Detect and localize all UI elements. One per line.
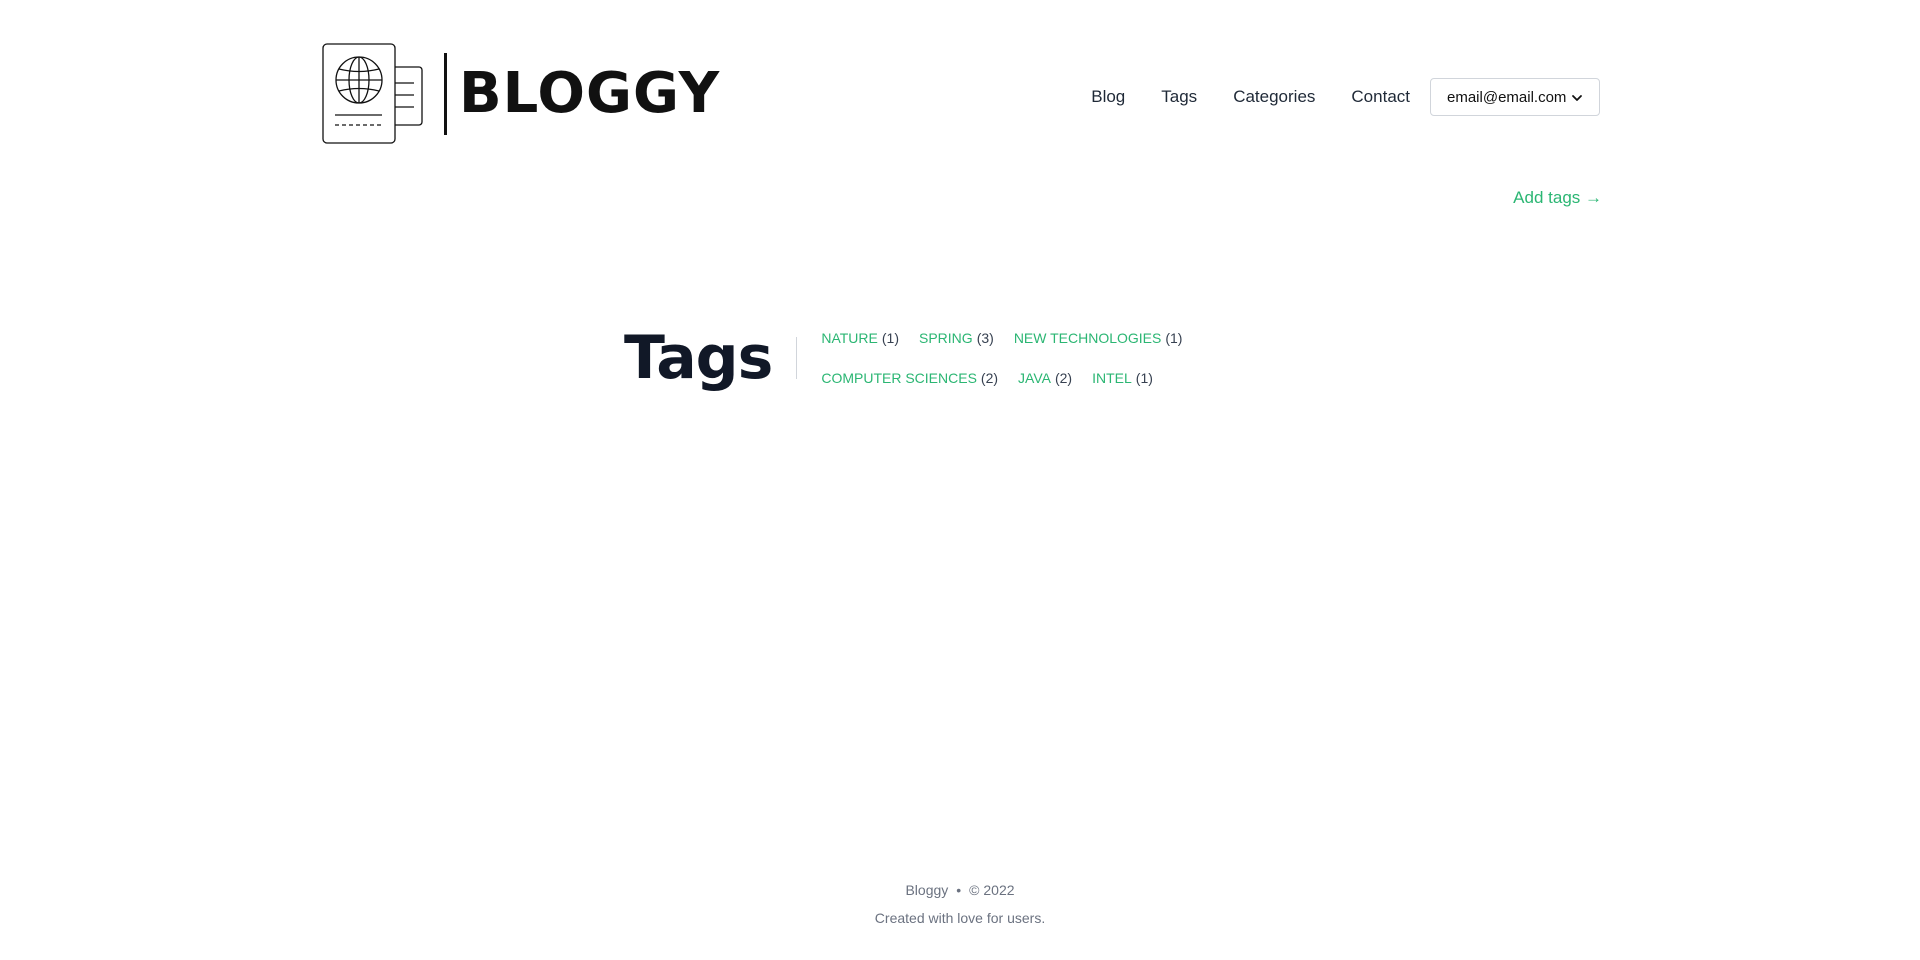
tag-item: JAVA (2) [1018, 366, 1072, 390]
tag-item: NEW TECHNOLOGIES (1) [1014, 326, 1183, 350]
tags-section: Tags NATURE (1) SPRING (3) NEW TECHNOLOGIE… [624, 318, 1191, 398]
chevron-down-icon [1571, 91, 1583, 103]
tag-item: COMPUTER SCIENCES (2) [821, 366, 998, 390]
tag-link-intel[interactable]: INTEL [1092, 370, 1132, 386]
nav-tags-link[interactable]: Tags [1161, 77, 1197, 117]
tag-count: (1) [881, 330, 899, 346]
site-logo[interactable]: BLOGGY [322, 43, 720, 145]
logo-divider [444, 53, 447, 135]
tag-link-java[interactable]: JAVA [1018, 370, 1051, 386]
add-tags-link[interactable]: Add tags → [1513, 188, 1602, 208]
footer-brand: Bloggy [905, 882, 949, 898]
footer-separator: • [956, 882, 962, 898]
tag-link-computer-sciences[interactable]: COMPUTER SCIENCES [821, 370, 977, 386]
nav-blog-link[interactable]: Blog [1091, 77, 1125, 117]
tag-count: (2) [1054, 370, 1073, 386]
tag-count: (3) [976, 330, 994, 346]
user-email: email@email.com [1447, 88, 1567, 106]
tag-item: SPRING (3) [919, 326, 994, 350]
heading-divider [796, 337, 798, 379]
nav-categories-link[interactable]: Categories [1233, 77, 1315, 117]
footer-tagline: Created with love for users. [874, 910, 1046, 926]
tag-count: (1) [1165, 330, 1183, 346]
tag-link-new-technologies[interactable]: NEW TECHNOLOGIES [1014, 330, 1162, 346]
tag-link-spring[interactable]: SPRING [919, 330, 973, 346]
tag-item: NATURE (1) [821, 326, 899, 350]
user-menu-dropdown[interactable]: email@email.com [1430, 78, 1600, 116]
tag-item: INTEL (1) [1092, 366, 1153, 390]
tag-list: NATURE (1) SPRING (3) NEW TECHNOLOGIES (1) … [821, 326, 1191, 390]
footer-copyright-row: Bloggy • © 2022 [0, 880, 1920, 900]
tag-link-nature[interactable]: NATURE [821, 330, 878, 346]
page: BLOGGY Blog Tags Categories Contact emai… [0, 0, 1920, 960]
footer-copyright: © 2022 [969, 882, 1015, 898]
page-title: Tags [624, 323, 773, 393]
tag-count: (1) [1135, 370, 1153, 386]
nav-contact-link[interactable]: Contact [1351, 77, 1410, 117]
passport-globe-icon [322, 43, 426, 145]
site-header: BLOGGY Blog Tags Categories Contact emai… [0, 0, 1920, 160]
site-footer: Bloggy • © 2022 Created with love for user… [0, 880, 1920, 928]
logo-text: BLOGGY [459, 61, 721, 126]
tag-count: (2) [980, 370, 999, 386]
main-nav: Blog Tags Categories Contact email@email… [1091, 77, 1600, 117]
